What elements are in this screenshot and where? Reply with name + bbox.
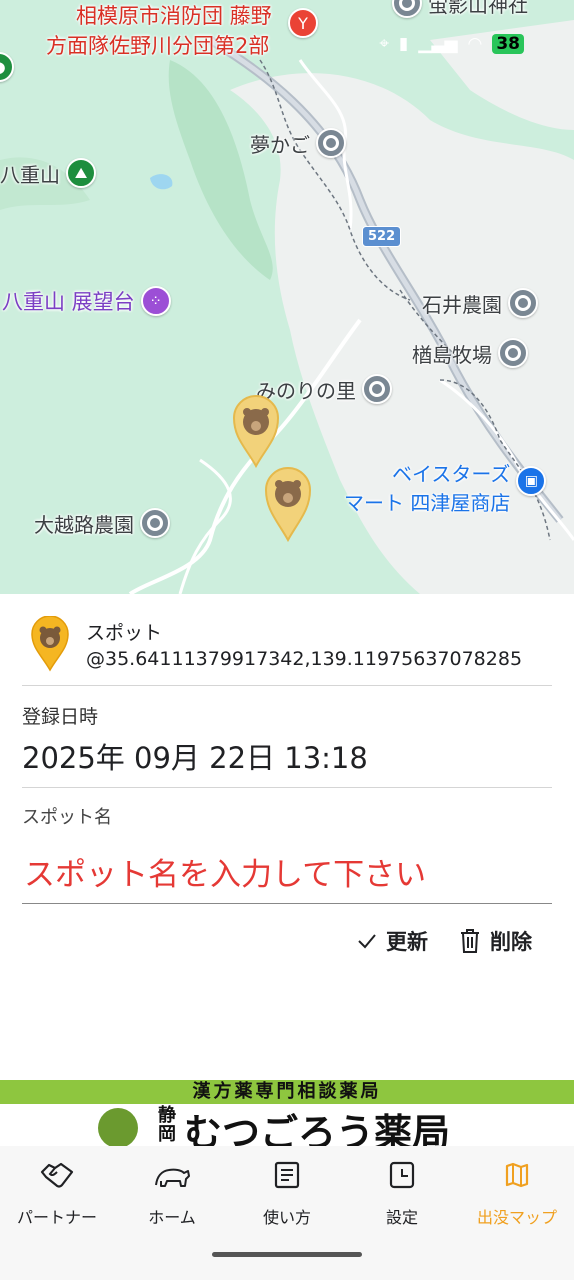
nav-settings[interactable]: 設定 (345, 1156, 459, 1228)
poi-label-7: 石井農園 (422, 292, 502, 317)
check-icon (358, 934, 376, 949)
nav-label: 使い方 (262, 1208, 311, 1227)
pharmacy-logo (98, 1108, 138, 1146)
route-shield: 522 (362, 226, 402, 247)
clock-icon (389, 1161, 415, 1189)
bear-marker-2[interactable] (264, 462, 312, 542)
nav-how-to[interactable]: 使い方 (230, 1156, 344, 1228)
spot-title: スポット (86, 622, 163, 644)
poi-label-5: 八重山 (0, 162, 60, 187)
poi-label-12: 大越路農園 (34, 512, 134, 537)
poi-ranch[interactable]: 楢島牧場 (412, 338, 528, 368)
delete-button[interactable]: 削除 (458, 926, 532, 956)
poi-ishii-farm[interactable]: 石井農園 (422, 288, 538, 318)
poi-label-11: マート 四津屋商店 (344, 491, 511, 515)
spot-name-label: スポット名 (22, 807, 112, 828)
battery-indicator: 38 (492, 34, 524, 54)
bottom-navigation: パートナー ホーム 使い方 設定 出没マップ (0, 1146, 574, 1280)
poi-label-1: 蛍影山神社 (428, 0, 528, 17)
place-icon (316, 128, 346, 158)
hiking-icon: ⛰ (66, 158, 96, 188)
poi-shrine[interactable]: 蛍影山神社 (392, 0, 528, 18)
shrine-icon (392, 0, 422, 18)
wifi-icon: ◠ (467, 34, 483, 54)
document-icon (274, 1161, 300, 1189)
fire-station-icon: Y (288, 8, 318, 38)
bear-marker-1[interactable] (232, 392, 280, 468)
fire-station-pin[interactable]: Y (288, 8, 318, 38)
place-icon (140, 508, 170, 538)
date-value: 2025年 09月 22日 13:18 (22, 741, 368, 775)
banner-region-1: 静 (158, 1105, 176, 1126)
poi-label-2: 相模原市消防団 藤野 (76, 4, 272, 28)
place-icon (362, 374, 392, 404)
place-icon (508, 288, 538, 318)
nav-label: ホーム (148, 1208, 196, 1227)
signal-icon: ▁▃▅ (418, 34, 458, 54)
poi-fire-station[interactable]: 相模原市消防団 藤野 方面隊佐野川分団第2部 (46, 0, 272, 60)
poi-yaesan[interactable]: 八重山 ⛰ (0, 158, 96, 188)
poi-label-3: 方面隊佐野川分団第2部 (46, 34, 270, 58)
place-icon (498, 338, 528, 368)
date-label: 登録日時 (22, 706, 99, 728)
nav-label: 設定 (385, 1208, 418, 1227)
banner-tagline: 漢方薬専門相談薬局 (0, 1080, 574, 1104)
spot-coordinates: @35.64111379917342,139.11975637078285 (86, 648, 523, 670)
poi-baystars-mart[interactable]: ベイスターズ マート 四津屋商店 ▣ (344, 458, 547, 516)
status-bar: ⌖ ▮ ▁▃▅ ◠ 38 (379, 34, 524, 54)
ad-banner[interactable]: 漢方薬専門相談薬局 静 岡 むつごろう薬局 (0, 1080, 574, 1146)
delete-label: 削除 (490, 930, 532, 954)
location-icon: ⌖ (379, 34, 389, 54)
park-icon: ● (0, 52, 14, 82)
divider (22, 787, 552, 788)
viewpoint-icon: ⁘ (140, 286, 171, 316)
shop-icon: ▣ (516, 466, 547, 496)
divider (22, 685, 552, 686)
home-indicator[interactable] (212, 1252, 362, 1257)
banner-region-2: 岡 (158, 1124, 176, 1145)
nav-partner[interactable]: パートナー (0, 1156, 114, 1228)
bear-pin-icon (31, 616, 69, 672)
trash-icon (461, 929, 479, 953)
map-view[interactable]: 蛍影山神社 ● 相模原市消防団 藤野 方面隊佐野川分団第2部 Y ⌖ ▮ ▁▃▅… (0, 0, 574, 594)
handshake-icon (40, 1162, 74, 1188)
poi-yumekago[interactable]: 夢かご (250, 128, 346, 158)
nav-label: パートナー (16, 1208, 97, 1227)
banner-region: 静 岡 (158, 1106, 176, 1144)
vibrate-icon: ▮ (398, 34, 409, 54)
poi-ogoji-farm[interactable]: 大越路農園 (34, 508, 170, 538)
nav-sighting-map[interactable]: 出没マップ (460, 1156, 574, 1228)
poi-label-8: 楢島牧場 (412, 342, 492, 367)
update-label: 更新 (386, 930, 428, 954)
poi-label-6: 八重山 展望台 (2, 290, 135, 314)
poi-label-4: 夢かご (250, 132, 310, 157)
nav-label: 出没マップ (476, 1208, 557, 1227)
poi-observatory[interactable]: 八重山 展望台 ⁘ (2, 286, 171, 316)
bear-icon (155, 1168, 190, 1187)
poi-label-10: ベイスターズ (391, 462, 511, 486)
spot-name-input[interactable] (22, 846, 552, 904)
nav-home[interactable]: ホーム (115, 1156, 229, 1228)
banner-pharmacy-name: むつごろう薬局 (184, 1110, 451, 1146)
poi-park-edge[interactable]: ● (0, 52, 14, 82)
map-icon (505, 1162, 529, 1188)
update-button[interactable]: 更新 (356, 926, 428, 956)
